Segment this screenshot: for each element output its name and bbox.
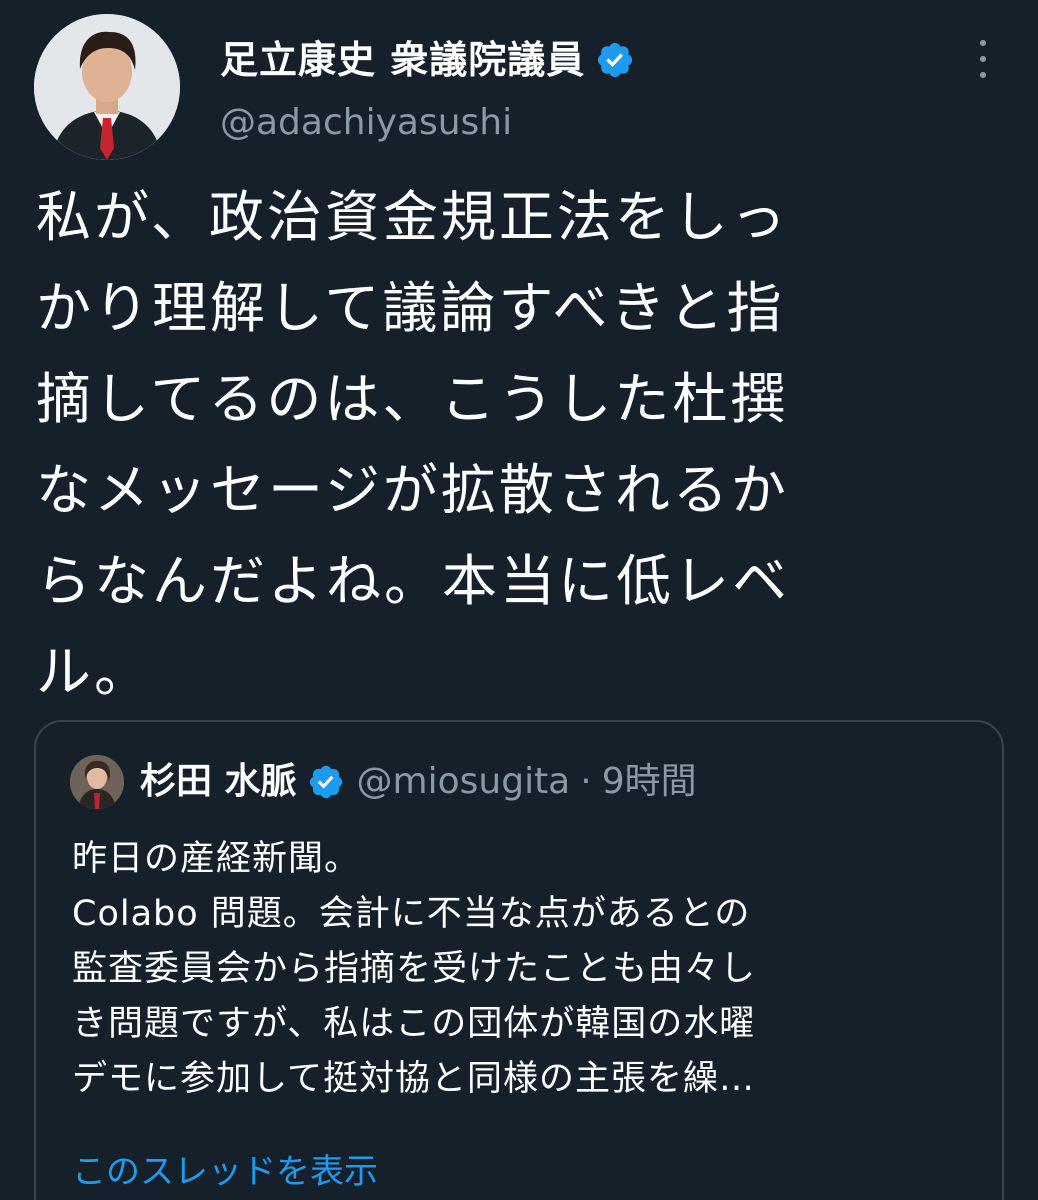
quoted-text-line: Colabo 問題。会計に不当な点があるとの: [72, 894, 751, 934]
more-dot: [980, 56, 986, 62]
author-display-name[interactable]: 足立康史 衆議院議員: [220, 36, 585, 84]
quoted-tweet-text: 昨日の産経新聞。 Colabo 問題。会計に不当な点があるとの 監査委員会から指…: [72, 832, 972, 1107]
tweet-text-line: かり理解して議論すべきと指: [36, 276, 785, 340]
quoted-text-line: デモに参加して挺対協と同様の主張を繰…: [72, 1059, 755, 1099]
tweet-header: 足立康史 衆議院議員 @adachiyasushi: [34, 14, 1004, 164]
tweet-text-line: らなんだよね。本当に低レベ: [36, 549, 791, 613]
tweet-text-line: 私が、政治資金規正法をしっ: [36, 185, 789, 249]
quoted-text-line: 昨日の産経新聞。: [72, 839, 361, 879]
verified-badge-icon: [598, 42, 633, 78]
avatar-photo-icon: [34, 14, 180, 160]
quoted-text-line: き問題ですが、私はこの団体が韓国の水曜: [72, 1004, 756, 1044]
quoted-tweet-card[interactable]: 杉田 水脈 @miosugita · 9時間 昨日の産経新聞。 Colabo 問…: [34, 720, 1004, 1200]
quoted-author-handle[interactable]: @miosugita: [357, 754, 571, 810]
quoted-author-row: 杉田 水脈 @miosugita · 9時間: [140, 754, 697, 810]
author-name-row: 足立康史 衆議院議員: [220, 36, 635, 84]
tweet-text-line: 摘してるのは、こうした杜撰: [36, 367, 789, 431]
author-handle[interactable]: @adachiyasushi: [220, 100, 512, 146]
quoted-text-line: 監査委員会から指摘を受けたことも由々し: [72, 949, 757, 989]
more-dot: [980, 40, 986, 46]
author-avatar[interactable]: [34, 14, 180, 160]
tweet-text-line: ル。: [36, 640, 153, 704]
tweet-text: 私が、政治資金規正法をしっ かり理解して議論すべきと指 摘してるのは、こうした杜…: [36, 172, 966, 718]
verified-badge-icon: [309, 765, 342, 799]
avatar-photo-icon: [70, 755, 124, 809]
show-thread-link[interactable]: このスレッドを表示: [72, 1144, 378, 1200]
quoted-author-name[interactable]: 杉田 水脈: [140, 754, 297, 810]
more-dot: [980, 72, 986, 78]
more-options-icon[interactable]: [968, 34, 998, 84]
tweet-text-line: なメッセージが拡散されるか: [36, 458, 789, 522]
quoted-author-avatar[interactable]: [70, 755, 124, 809]
quoted-timestamp[interactable]: 9時間: [602, 754, 697, 810]
meta-separator: ·: [580, 761, 592, 802]
